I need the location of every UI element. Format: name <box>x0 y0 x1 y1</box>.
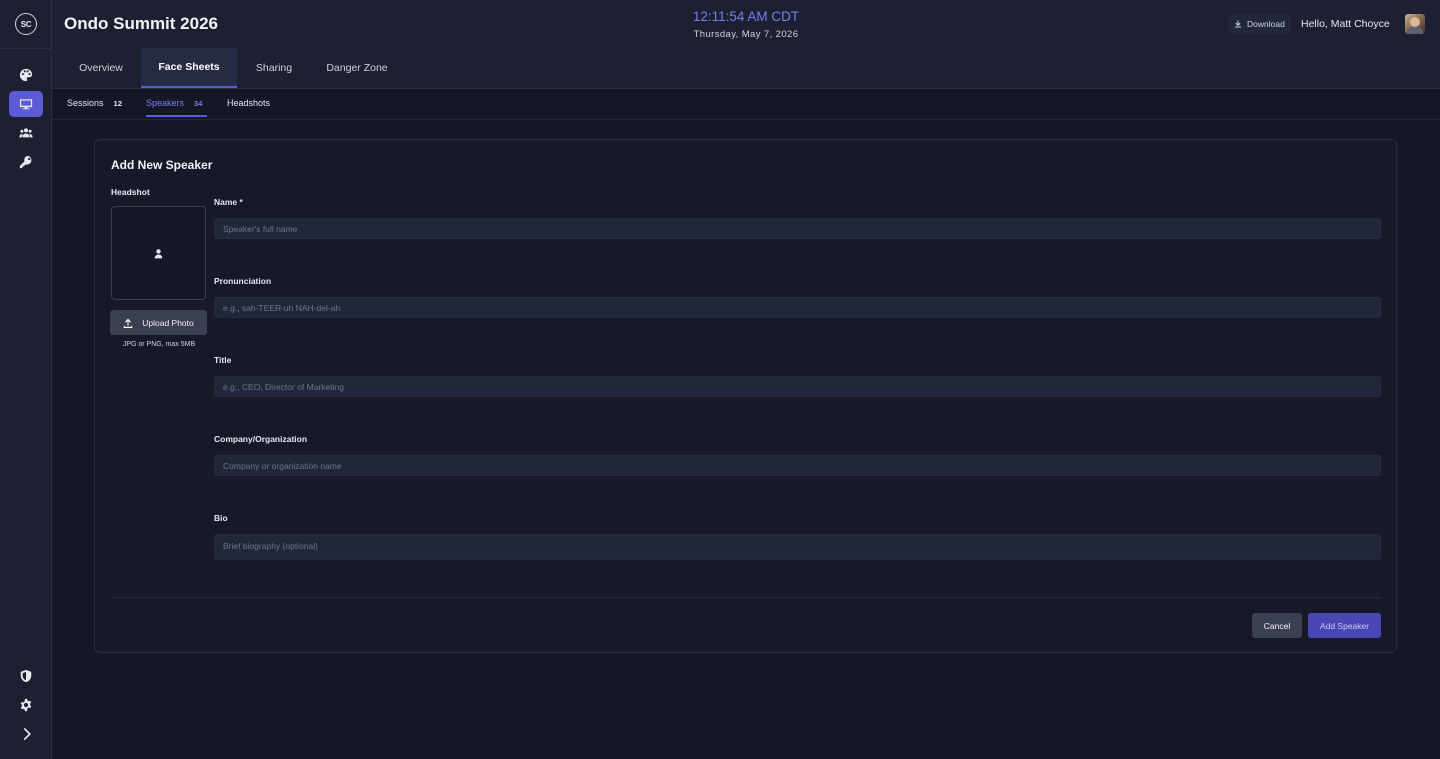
upload-hint: JPG or PNG, max 5MB <box>122 341 196 348</box>
download-button[interactable]: Download <box>1228 14 1291 34</box>
tab-overview[interactable]: Overview <box>66 48 136 88</box>
subtab-sessions-count: 12 <box>113 98 122 108</box>
company-field[interactable] <box>214 455 1381 476</box>
sidebar-item-design[interactable] <box>9 62 43 88</box>
bio-label: Bio <box>214 513 228 523</box>
pronunciation-label: Pronunciation <box>214 276 272 286</box>
sidebar: SC <box>0 0 52 759</box>
sidebar-expand-toggle[interactable] <box>9 721 43 747</box>
user-greeting: Hello, Matt Choyce <box>1301 18 1390 30</box>
subtab-headshots-label: Headshots <box>227 98 271 108</box>
upload-photo-button[interactable]: Upload Photo <box>110 310 207 335</box>
download-label: Download <box>1247 19 1285 29</box>
title-field[interactable] <box>214 376 1381 397</box>
sidebar-item-settings[interactable] <box>9 692 43 718</box>
shield-icon <box>20 669 32 683</box>
tab-face-sheets[interactable]: Face Sheets <box>141 48 237 88</box>
upload-photo-label: Upload Photo <box>142 317 194 328</box>
users-icon <box>19 128 33 138</box>
add-speaker-card: Add New Speaker Headshot Upload Photo JP… <box>94 139 1397 653</box>
pronunciation-field[interactable] <box>214 297 1381 318</box>
sidebar-divider <box>0 48 52 49</box>
sidebar-item-security[interactable] <box>9 663 43 689</box>
bio-field[interactable] <box>214 534 1381 560</box>
name-label: Name * <box>214 197 243 207</box>
subtab-speakers-label: Speakers <box>146 98 185 108</box>
subtab-headshots[interactable]: Headshots <box>227 98 270 108</box>
name-field[interactable] <box>214 218 1381 239</box>
chevron-right-icon <box>23 727 31 741</box>
tab-danger-zone[interactable]: Danger Zone <box>318 48 396 88</box>
download-icon <box>1235 20 1241 28</box>
form-divider <box>111 597 1381 598</box>
monitor-icon <box>19 99 33 110</box>
subtab-speakers-count: 34 <box>194 98 203 108</box>
cancel-button[interactable]: Cancel <box>1252 613 1302 638</box>
title-label: Title <box>214 355 232 365</box>
add-speaker-button[interactable]: Add Speaker <box>1308 613 1381 638</box>
subtab-speakers[interactable]: Speakers 34 <box>146 98 202 108</box>
top-header: Ondo Summit 2026 12:11:54 AM CDT Thursda… <box>52 0 1440 89</box>
active-subtab-indicator <box>146 115 207 117</box>
app-logo[interactable]: SC <box>15 13 37 35</box>
headshot-label: Headshot <box>111 187 150 197</box>
gear-icon <box>20 698 32 712</box>
key-icon <box>19 155 32 169</box>
sidebar-item-people[interactable] <box>9 120 43 146</box>
sidebar-item-access[interactable] <box>9 149 43 175</box>
user-placeholder-icon <box>154 248 163 258</box>
headshot-preview[interactable] <box>111 206 206 300</box>
subtab-sessions[interactable]: Sessions 12 <box>67 98 122 108</box>
avatar[interactable] <box>1405 14 1425 34</box>
tab-sharing[interactable]: Sharing <box>244 48 304 88</box>
upload-icon <box>123 318 133 328</box>
subtab-sessions-label: Sessions <box>67 98 104 108</box>
form-title: Add New Speaker <box>111 158 213 172</box>
subtab-bar: Sessions 12 Speakers 34 Headshots <box>52 89 1440 120</box>
sidebar-item-display[interactable] <box>9 91 43 117</box>
palette-icon <box>19 68 33 82</box>
company-label: Company/Organization <box>214 434 308 444</box>
